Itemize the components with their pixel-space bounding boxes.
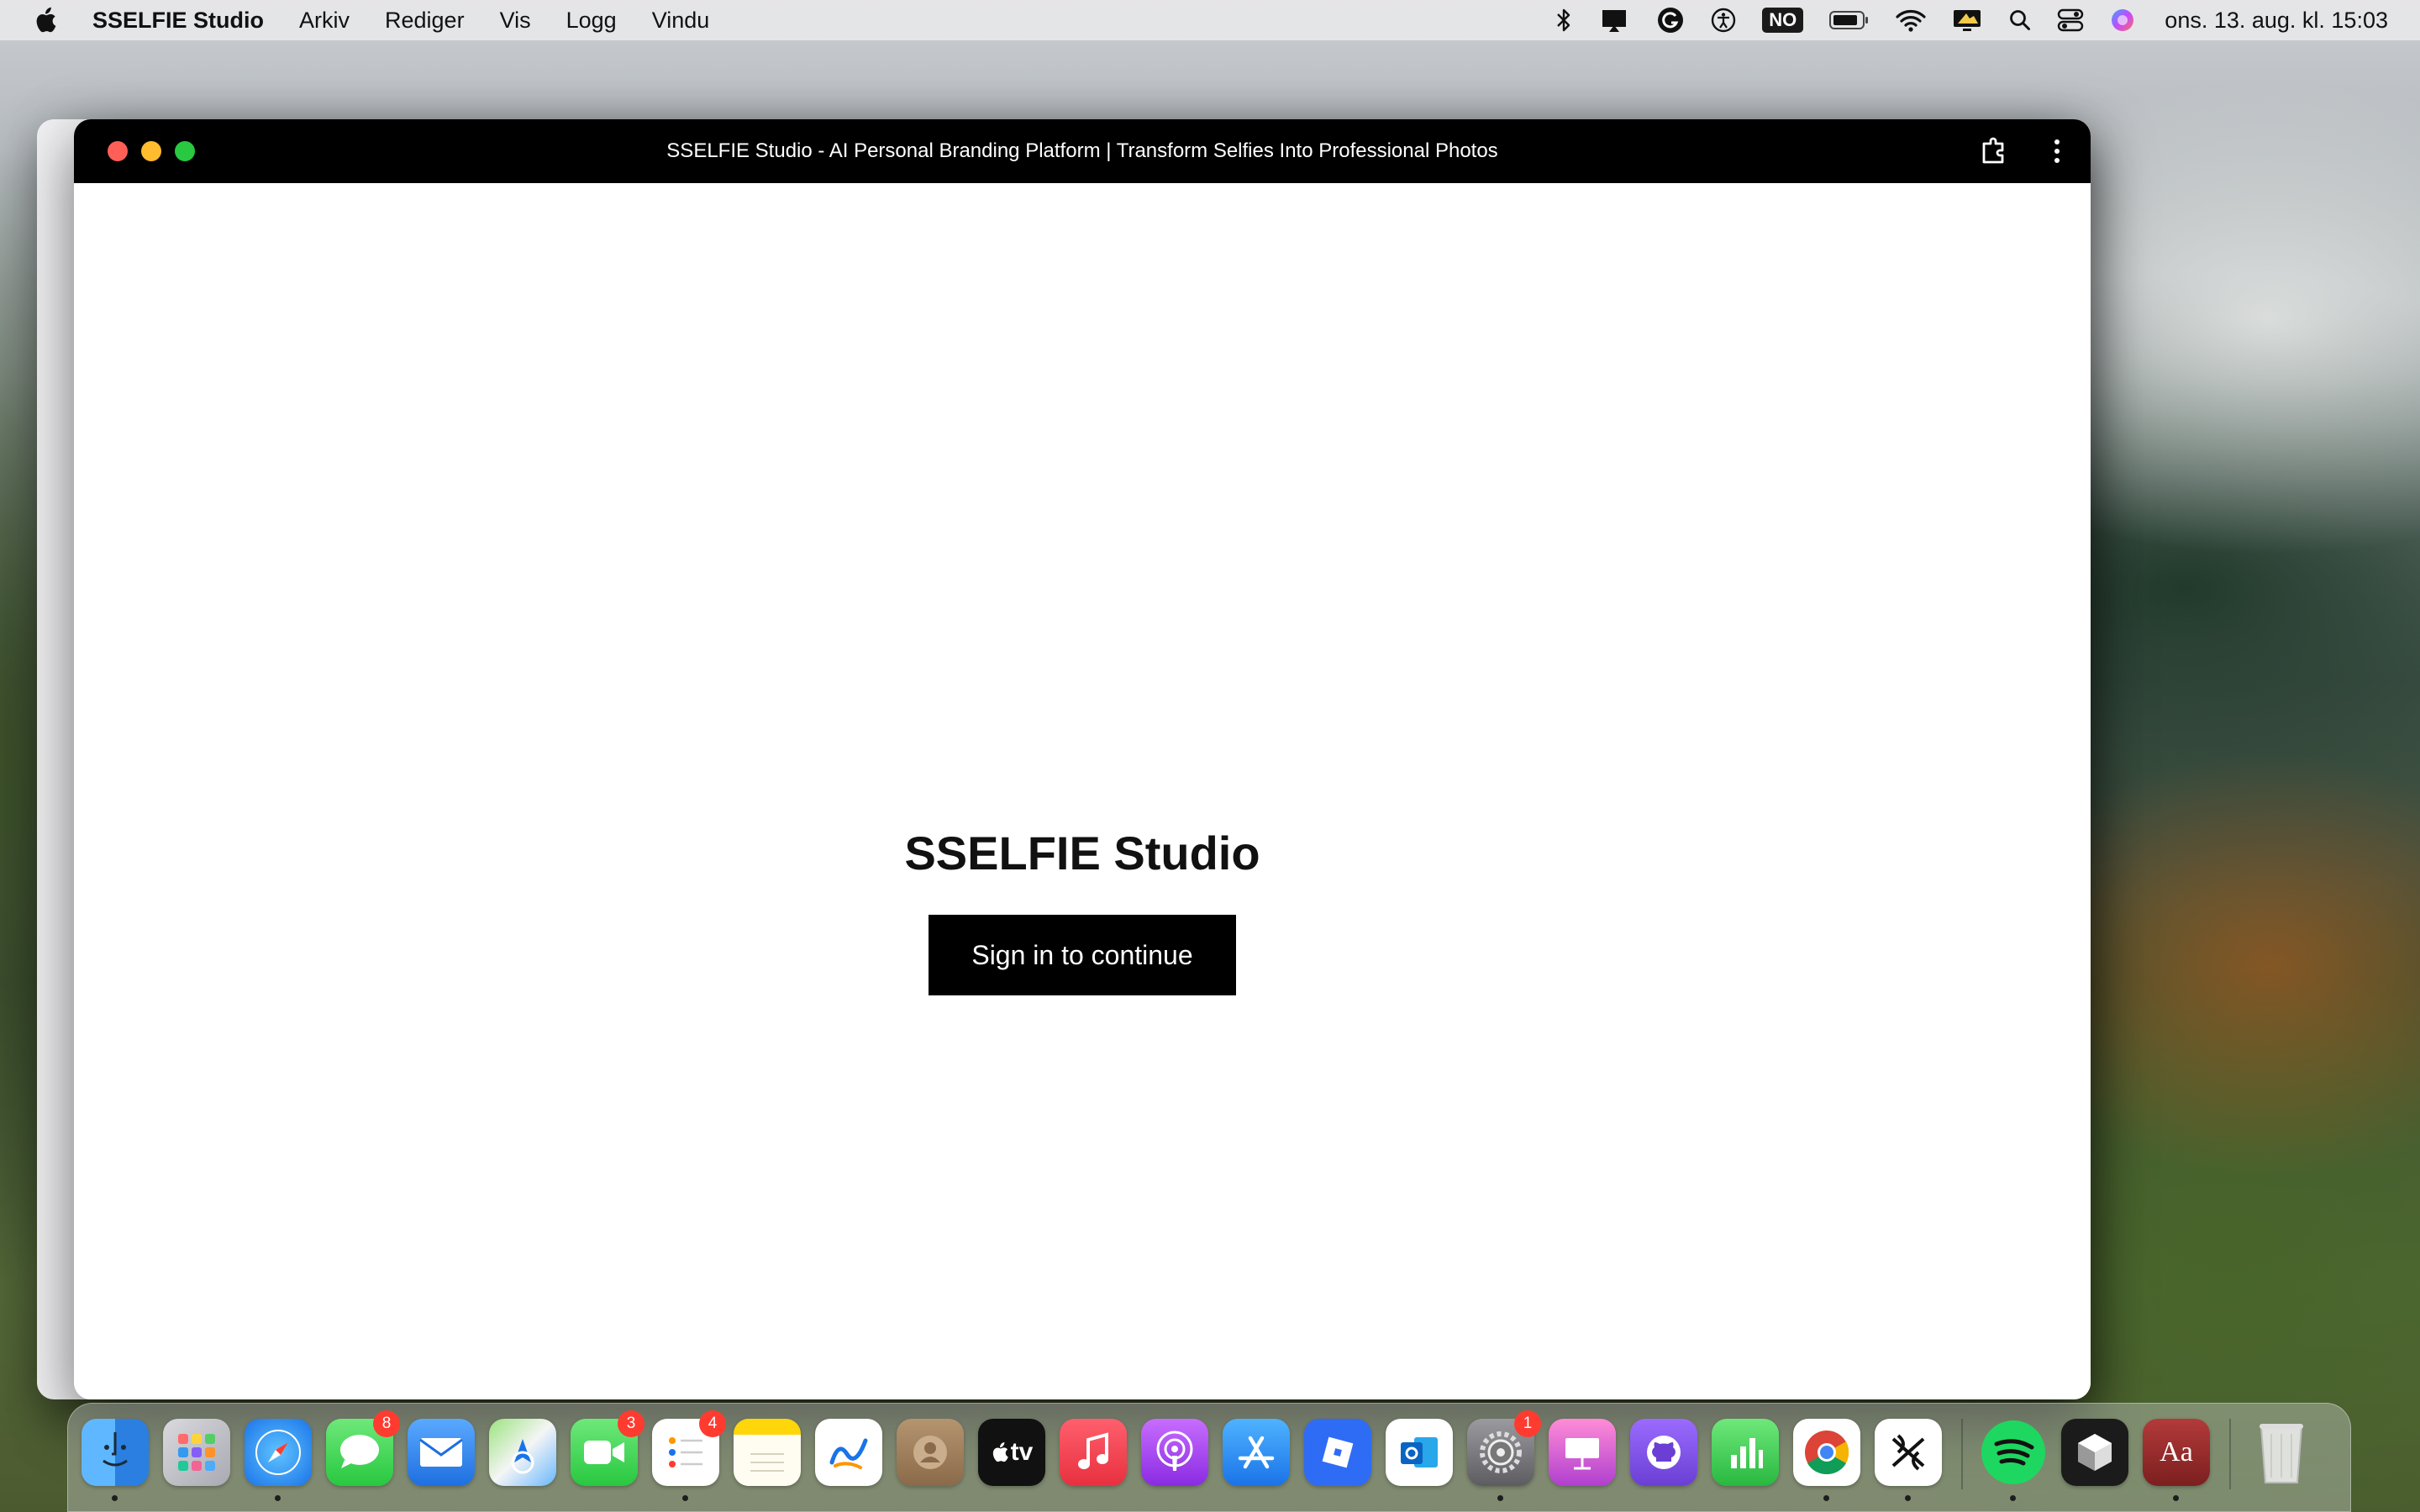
- siri-icon[interactable]: [2109, 7, 2136, 34]
- input-source-badge[interactable]: NO: [1762, 8, 1804, 33]
- menu-rediger[interactable]: Rediger: [385, 8, 465, 34]
- menu-arkiv[interactable]: Arkiv: [299, 8, 350, 34]
- menu-bar: SSELFIE Studio Arkiv Rediger Vis Logg Vi…: [0, 0, 2420, 40]
- mail-icon[interactable]: [408, 1419, 475, 1486]
- apple-menu-icon[interactable]: [34, 7, 57, 34]
- control-center-icon[interactable]: [2057, 8, 2084, 33]
- extensions-icon[interactable]: [1976, 134, 2010, 168]
- roblox-icon[interactable]: [1304, 1419, 1371, 1486]
- freeform-icon[interactable]: [815, 1419, 882, 1486]
- wifi-icon[interactable]: [1896, 8, 1926, 32]
- maps-icon[interactable]: [489, 1419, 556, 1486]
- reminders-badge: 4: [699, 1410, 726, 1437]
- running-indicator: [2010, 1495, 2016, 1501]
- trash-icon[interactable]: [2248, 1419, 2315, 1486]
- github-desktop-icon[interactable]: [1630, 1419, 1697, 1486]
- launchpad-icon[interactable]: [163, 1419, 230, 1486]
- messages-badge: 8: [373, 1410, 400, 1437]
- menu-vindu[interactable]: Vindu: [652, 8, 710, 34]
- cube-app-icon[interactable]: [2061, 1419, 2128, 1486]
- menu-vis[interactable]: Vis: [500, 8, 531, 34]
- outlook-icon[interactable]: [1386, 1419, 1453, 1486]
- apple-tv-label: tv: [1010, 1438, 1034, 1466]
- sign-in-button[interactable]: Sign in to continue: [929, 915, 1236, 995]
- messages-icon[interactable]: 8: [326, 1410, 400, 1486]
- running-indicator: [682, 1495, 688, 1501]
- window-title: SSELFIE Studio - AI Personal Branding Pl…: [666, 139, 1498, 162]
- accessibility-icon[interactable]: [1710, 7, 1737, 34]
- running-indicator: [1497, 1495, 1503, 1501]
- menu-logg[interactable]: Logg: [566, 8, 617, 34]
- facetime-icon[interactable]: 3: [571, 1410, 644, 1486]
- menubar-clock[interactable]: ons. 13. aug. kl. 15:03: [2165, 8, 2388, 34]
- dictionary-icon[interactable]: Aa: [2143, 1419, 2210, 1501]
- safari-icon[interactable]: [245, 1419, 312, 1501]
- contacts-icon[interactable]: [897, 1419, 964, 1486]
- finder-icon[interactable]: [82, 1419, 149, 1501]
- spotlight-search-icon[interactable]: [2008, 8, 2032, 32]
- running-indicator: [2173, 1495, 2179, 1501]
- running-indicator: [1823, 1495, 1829, 1501]
- grammarly-icon[interactable]: [1656, 6, 1685, 34]
- podcasts-icon[interactable]: [1141, 1419, 1208, 1486]
- chatgpt-icon[interactable]: [1875, 1419, 1942, 1501]
- screen-share-icon[interactable]: [1951, 7, 1983, 34]
- app-store-icon[interactable]: [1223, 1419, 1290, 1486]
- window-titlebar[interactable]: SSELFIE Studio - AI Personal Branding Pl…: [74, 119, 2091, 183]
- system-settings-icon[interactable]: 1: [1467, 1410, 1541, 1501]
- reminders-icon[interactable]: 4: [652, 1410, 726, 1501]
- notes-icon[interactable]: [734, 1419, 801, 1486]
- running-indicator: [1905, 1495, 1911, 1501]
- keynote-icon[interactable]: [1549, 1419, 1616, 1486]
- running-indicator: [112, 1495, 118, 1501]
- display-mirroring-icon[interactable]: [1597, 7, 1631, 34]
- dictionary-label: Aa: [2160, 1436, 2193, 1467]
- bluetooth-icon[interactable]: [1555, 8, 1572, 33]
- status-area: NO ons. 13. aug. kl. 15:03: [1530, 0, 2388, 40]
- menu-app-name[interactable]: SSELFIE Studio: [92, 8, 264, 34]
- spotify-icon[interactable]: [1980, 1419, 2047, 1501]
- running-indicator: [275, 1495, 281, 1501]
- app-window: SSELFIE Studio - AI Personal Branding Pl…: [74, 119, 2091, 1399]
- facetime-badge: 3: [618, 1410, 644, 1437]
- numbers-icon[interactable]: [1712, 1419, 1779, 1486]
- dock-separator: [1961, 1419, 1963, 1489]
- apple-tv-icon[interactable]: tv: [978, 1419, 1045, 1486]
- page-content: SSELFIE Studio Sign in to continue: [74, 183, 2091, 1399]
- chrome-icon[interactable]: [1793, 1419, 1860, 1501]
- settings-badge: 1: [1514, 1410, 1541, 1437]
- dock-separator: [2229, 1419, 2231, 1489]
- more-options-icon[interactable]: [2040, 134, 2074, 168]
- page-title: SSELFIE Studio: [904, 827, 1260, 879]
- battery-icon[interactable]: [1828, 9, 1870, 31]
- dock: 8 3 4 tv 1 Aa: [67, 1403, 2351, 1512]
- music-icon[interactable]: [1060, 1419, 1127, 1486]
